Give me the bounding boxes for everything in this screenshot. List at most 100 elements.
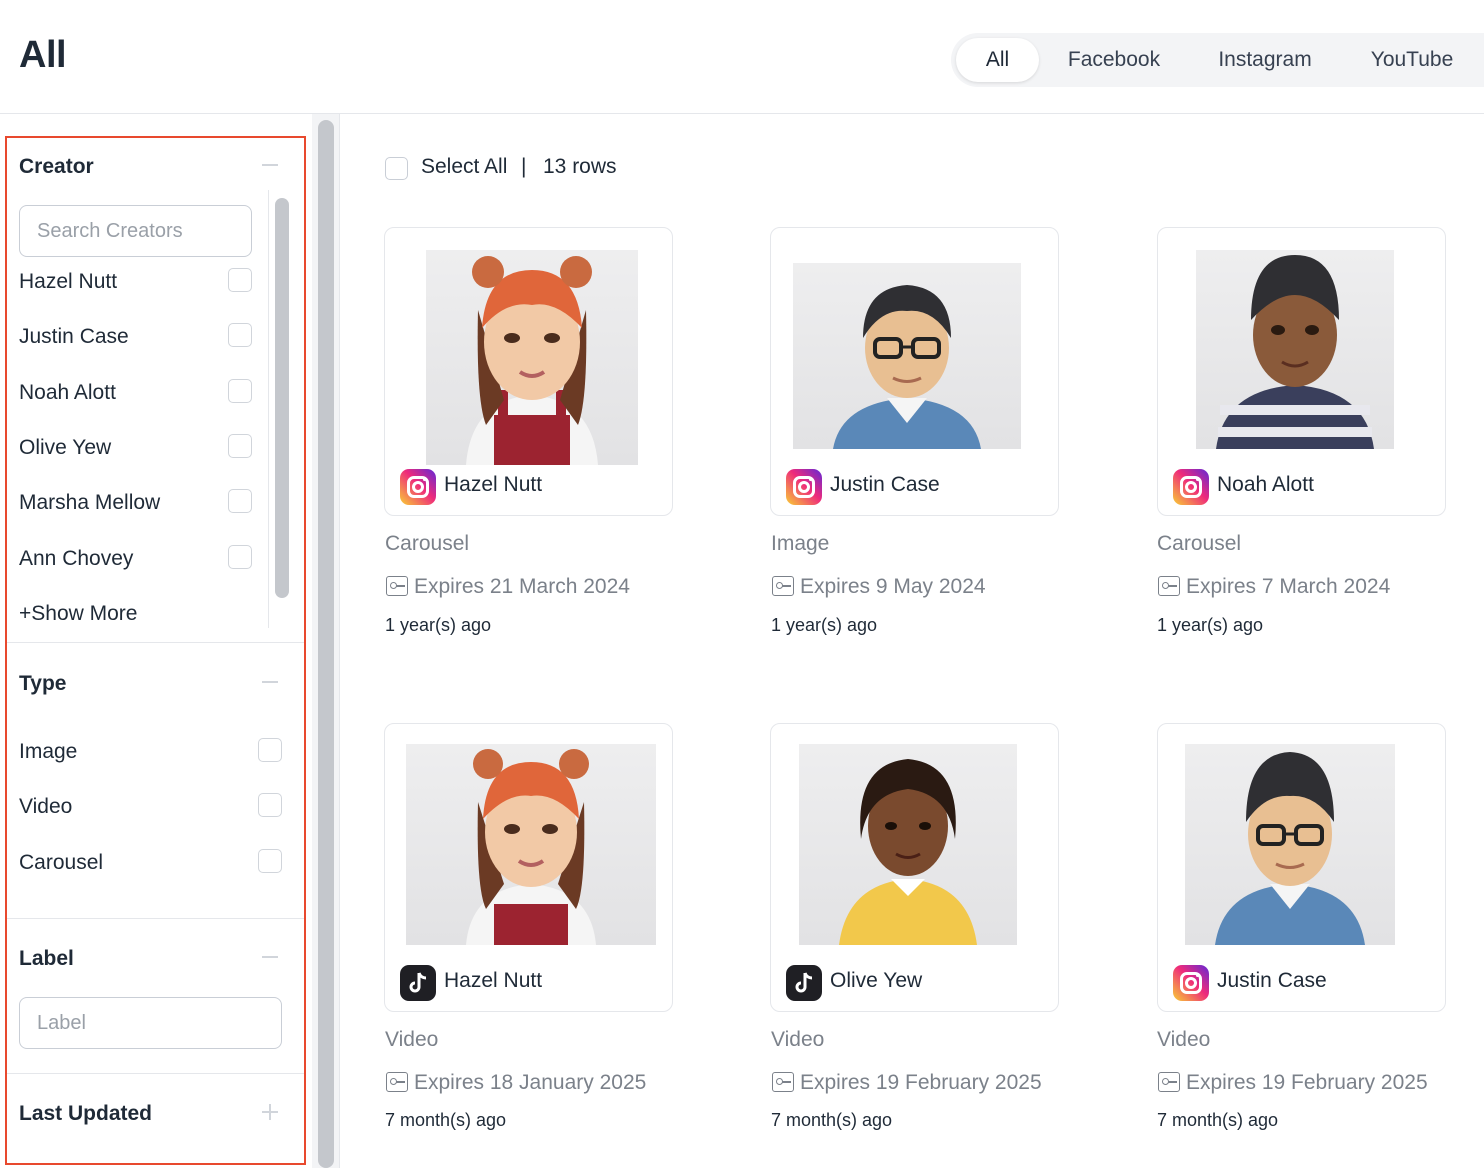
platform-tabs: All Facebook Instagram YouTube [951, 33, 1484, 87]
card-content-type: Carousel [385, 532, 470, 555]
creator-section-title: Creator [19, 155, 94, 178]
creator-list-scrollbar[interactable] [275, 198, 289, 598]
avatar-boy-glasses-image [1215, 752, 1365, 945]
type-section-title: Type [19, 672, 67, 695]
type-checkbox[interactable] [258, 849, 282, 873]
type-checkbox[interactable] [258, 793, 282, 817]
show-more-creators-link[interactable]: +Show More [19, 602, 137, 626]
card-creator-name: Hazel Nutt [444, 473, 543, 496]
instagram-icon [1173, 469, 1209, 505]
rows-count: 13 rows [543, 155, 617, 178]
search-creators-input[interactable] [19, 205, 252, 257]
avatar-girl-orange-hair-image [466, 749, 596, 945]
filter-sidebar: Creator Hazel Nutt Justin Case Noah Alot… [5, 136, 306, 1165]
creator-collapse-icon[interactable] [262, 157, 278, 173]
label-input[interactable] [19, 997, 282, 1049]
content-card[interactable]: Noah Alott [1157, 227, 1446, 516]
card-creator-name: Justin Case [830, 473, 940, 496]
creator-checkbox[interactable] [228, 379, 252, 403]
creator-checkbox[interactable] [228, 268, 252, 292]
card-creator-name: Noah Alott [1217, 473, 1314, 496]
creator-checkbox[interactable] [228, 489, 252, 513]
type-collapse-icon[interactable] [262, 674, 278, 690]
avatar-boy-glasses-image [833, 285, 981, 449]
card-updated-ago: 7 month(s) ago [1157, 1110, 1279, 1130]
content-thumbnail [1196, 250, 1394, 449]
tab-all[interactable]: All [956, 38, 1039, 82]
expiry-key-icon [1158, 1072, 1180, 1092]
page-title: All [19, 34, 67, 76]
expiry-key-icon [772, 1072, 794, 1092]
card-expiry: Expires 9 May 2024 [800, 575, 986, 598]
content-card[interactable]: Justin Case [1157, 723, 1446, 1012]
type-filter-label: Carousel [19, 851, 104, 874]
instagram-icon [1173, 965, 1209, 1001]
content-card[interactable]: Hazel Nutt [384, 723, 673, 1012]
label-collapse-icon[interactable] [262, 949, 278, 965]
avatar-boy-cap-striped-shirt-image [1216, 255, 1374, 449]
expiry-key-icon [386, 1072, 408, 1092]
card-content-type: Video [385, 1028, 439, 1051]
tab-facebook[interactable]: Facebook [1055, 38, 1173, 82]
avatar-girl-orange-hair-image [466, 256, 598, 465]
card-expiry: Expires 19 February 2025 [1186, 1071, 1428, 1094]
content-card[interactable]: Olive Yew [770, 723, 1059, 1012]
section-divider [7, 1073, 304, 1074]
content-card[interactable]: Justin Case [770, 227, 1059, 516]
tab-youtube[interactable]: YouTube [1359, 38, 1465, 82]
expiry-key-icon [386, 576, 408, 596]
card-creator-name: Olive Yew [830, 969, 923, 992]
last-updated-section-title: Last Updated [19, 1102, 153, 1125]
card-expiry: Expires 19 February 2025 [800, 1071, 1042, 1094]
tiktok-icon [400, 965, 436, 1001]
card-content-type: Video [771, 1028, 825, 1051]
content-thumbnail [799, 744, 1017, 945]
avatar-girl-yellow-sweater-image [839, 759, 977, 945]
toolbar-separator: | [521, 155, 527, 178]
creator-filter-label: Hazel Nutt [19, 270, 118, 293]
last-updated-expand-icon[interactable] [262, 1104, 278, 1120]
card-updated-ago: 1 year(s) ago [771, 615, 878, 635]
creator-filter-label: Ann Chovey [19, 547, 134, 570]
tab-instagram[interactable]: Instagram [1203, 38, 1327, 82]
creator-filter-label: Noah Alott [19, 381, 116, 404]
content-thumbnail [793, 263, 1021, 449]
tiktok-icon [786, 965, 822, 1001]
content-thumbnail [1185, 744, 1395, 945]
type-filter-label: Video [19, 795, 73, 818]
creator-checkbox[interactable] [228, 434, 252, 458]
instagram-icon [400, 469, 436, 505]
content-card[interactable]: Hazel Nutt [384, 227, 673, 516]
sidebar-scrollbar[interactable] [318, 120, 334, 1168]
card-expiry: Expires 7 March 2024 [1186, 575, 1391, 598]
label-section-title: Label [19, 947, 74, 970]
card-expiry: Expires 21 March 2024 [414, 575, 630, 598]
select-all-label[interactable]: Select All [421, 155, 507, 179]
section-divider [7, 918, 304, 919]
page-header: All All Facebook Instagram YouTube [0, 0, 1484, 114]
card-updated-ago: 1 year(s) ago [385, 615, 492, 635]
card-expiry: Expires 18 January 2025 [414, 1071, 647, 1094]
creator-checkbox[interactable] [228, 323, 252, 347]
card-updated-ago: 7 month(s) ago [771, 1110, 893, 1130]
creator-checkbox[interactable] [228, 545, 252, 569]
instagram-icon [786, 469, 822, 505]
card-updated-ago: 1 year(s) ago [1157, 615, 1264, 635]
creator-filter-label: Justin Case [19, 325, 129, 348]
creator-filter-label: Marsha Mellow [19, 491, 161, 514]
expiry-key-icon [1158, 576, 1180, 596]
card-updated-ago: 7 month(s) ago [385, 1110, 507, 1130]
type-filter-label: Image [19, 740, 78, 763]
type-checkbox[interactable] [258, 738, 282, 762]
expiry-key-icon [772, 576, 794, 596]
section-divider [7, 642, 304, 643]
card-content-type: Carousel [1157, 532, 1242, 555]
creator-list-scroll-track [268, 190, 269, 628]
card-content-type: Image [771, 532, 830, 555]
select-all-checkbox[interactable] [385, 157, 408, 180]
card-creator-name: Hazel Nutt [444, 969, 543, 992]
card-content-type: Video [1157, 1028, 1211, 1051]
content-thumbnail [426, 250, 638, 465]
content-thumbnail [406, 744, 656, 945]
card-creator-name: Justin Case [1217, 969, 1327, 992]
